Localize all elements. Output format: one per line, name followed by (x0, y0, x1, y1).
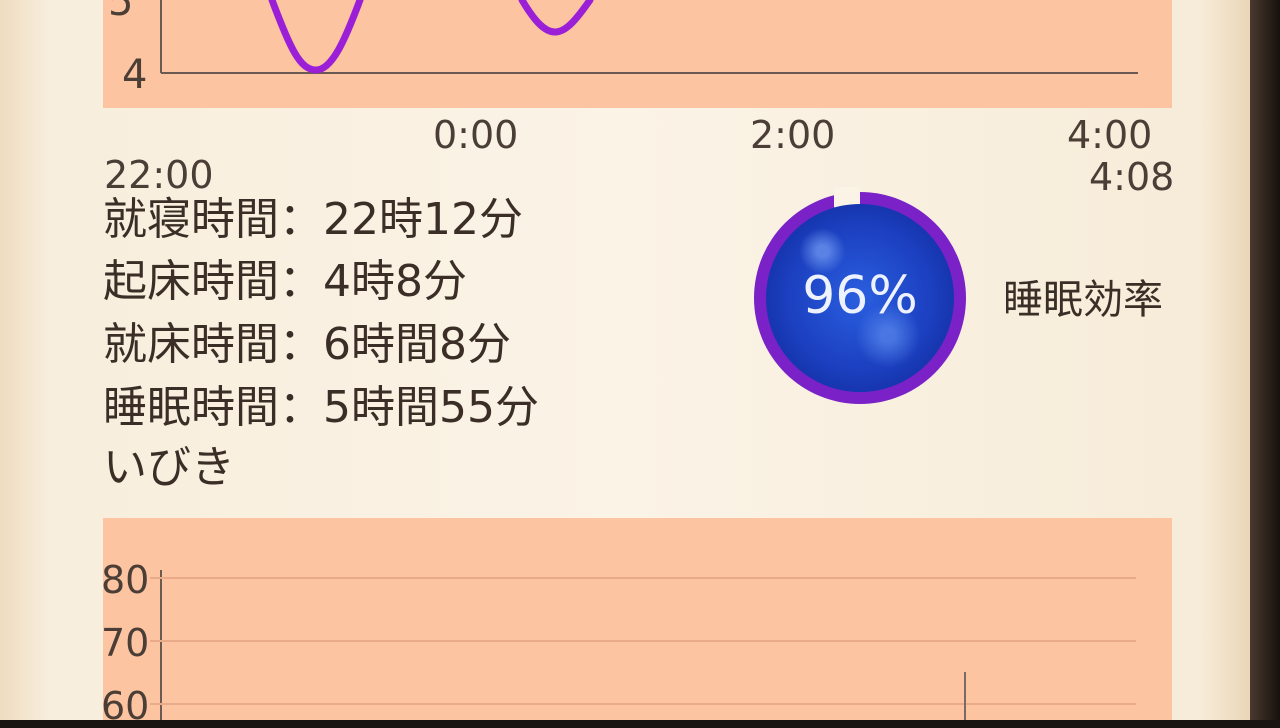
snore-y-tick-60: 60 (101, 684, 150, 728)
snore-y-tick-80: 80 (101, 558, 150, 602)
snore-y-tick-70: 70 (101, 621, 150, 665)
snore-chart (150, 570, 1136, 720)
